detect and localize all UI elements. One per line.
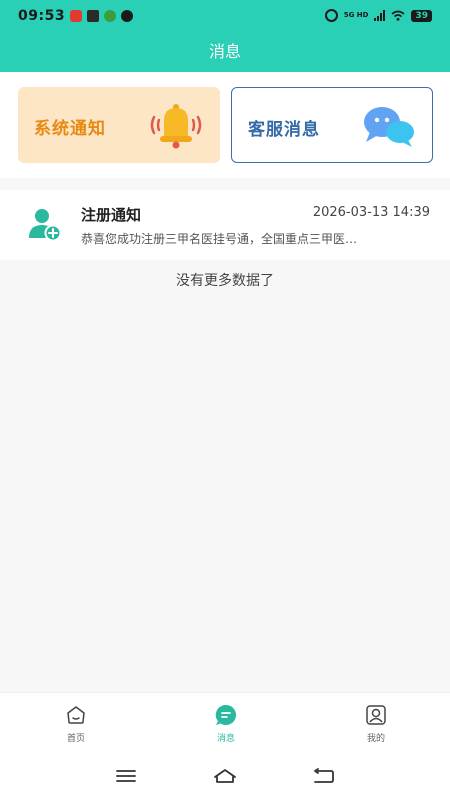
message-preview: 恭喜您成功注册三甲名医挂号通，全国重点三甲医… xyxy=(81,232,358,246)
home-nav-icon[interactable] xyxy=(212,766,238,786)
notification-icons xyxy=(70,10,133,22)
menu-icon[interactable] xyxy=(113,766,139,786)
system-nav-bar xyxy=(0,752,450,800)
wifi-icon xyxy=(391,10,405,21)
app-notification-icon xyxy=(104,10,116,22)
chat-bubbles-icon xyxy=(364,107,414,147)
bell-icon xyxy=(150,104,202,149)
tab-messages[interactable]: 消息 xyxy=(186,703,266,751)
chat-notification-icon xyxy=(121,10,133,22)
battery-level: 39 xyxy=(411,9,432,22)
tab-home[interactable]: 首页 xyxy=(36,703,116,751)
home-icon xyxy=(67,706,85,724)
tab-profile-label: 我的 xyxy=(366,734,385,744)
tab-profile[interactable]: 我的 xyxy=(336,703,416,751)
user-add-icon xyxy=(29,209,62,242)
bottom-tab-bar: 首页 消息 我的 xyxy=(0,692,450,752)
status-indicators: 5G HD 39 xyxy=(324,9,432,22)
status-time: 09:53 xyxy=(18,8,66,24)
status-bar: 09:53 5G HD 39 xyxy=(0,0,450,34)
page-title: 消息 xyxy=(208,42,241,61)
list-end-text: 没有更多数据了 xyxy=(176,273,274,289)
message-icon xyxy=(215,704,236,725)
message-title: 注册通知 xyxy=(81,206,142,224)
weibo-notification-icon xyxy=(70,10,82,22)
message-item[interactable]: 注册通知 2026-03-13 14:39 恭喜您成功注册三甲名医挂号通，全国重… xyxy=(0,190,450,260)
customer-service-card[interactable]: 客服消息 xyxy=(231,87,433,163)
alarm-icon xyxy=(324,9,338,22)
gallery-notification-icon xyxy=(87,10,99,22)
profile-icon xyxy=(366,705,386,725)
system-notice-label: 系统通知 xyxy=(34,119,106,139)
system-notice-card[interactable]: 系统通知 xyxy=(18,87,220,163)
tab-home-label: 首页 xyxy=(66,734,85,744)
message-time: 2026-03-13 14:39 xyxy=(312,205,430,220)
customer-service-label: 客服消息 xyxy=(248,120,320,140)
back-icon[interactable] xyxy=(311,766,337,786)
tab-messages-label: 消息 xyxy=(216,734,235,744)
category-cards: 系统通知 客服消息 xyxy=(0,72,450,178)
network-type: 5G HD xyxy=(343,11,369,19)
app-header: 09:53 5G HD 39 消息 xyxy=(0,0,450,72)
signal-icon xyxy=(374,10,386,21)
